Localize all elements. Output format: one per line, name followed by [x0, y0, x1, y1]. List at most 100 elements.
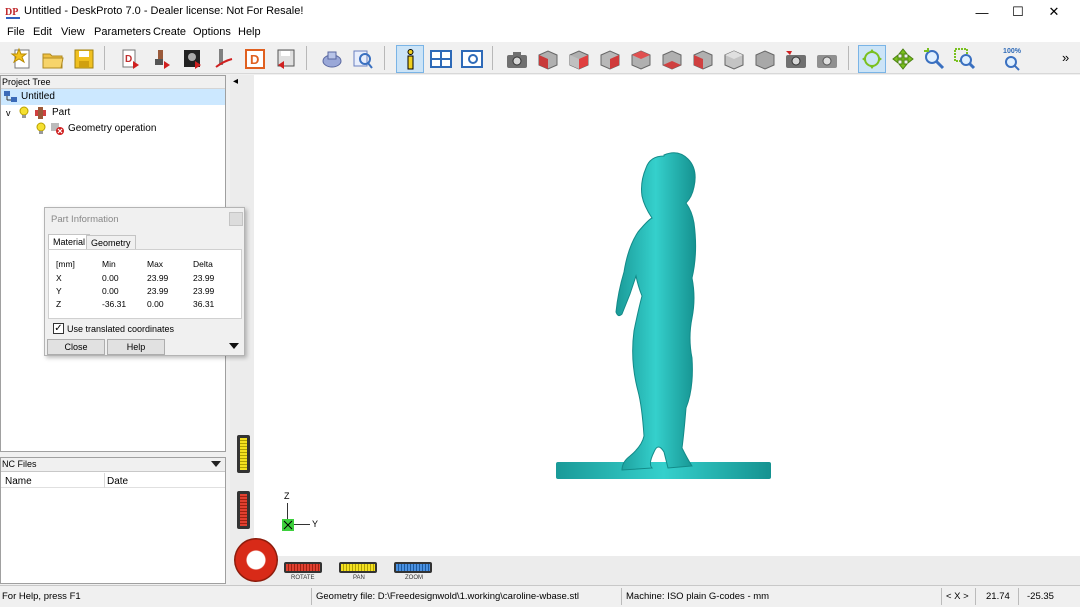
- tree-item-geometry-operation[interactable]: Geometry operation: [1, 121, 225, 137]
- dropdown-arrow-icon[interactable]: [211, 461, 221, 467]
- open-folder-icon[interactable]: [39, 45, 67, 73]
- view-cube-4-icon[interactable]: [627, 45, 655, 73]
- axis-x-icon: [282, 519, 294, 531]
- pan-label: PAN: [353, 575, 365, 581]
- expand-dialog-icon[interactable]: [229, 343, 239, 349]
- inspect-icon[interactable]: [349, 45, 377, 73]
- menu-parameters[interactable]: Parameters: [94, 26, 151, 38]
- menu-create[interactable]: Create: [153, 26, 186, 38]
- maximize-button[interactable]: ☐: [1000, 0, 1036, 24]
- header-min: Min: [102, 259, 116, 269]
- tree-item-untitled[interactable]: Untitled: [1, 89, 225, 105]
- rotate-label: ROTATE: [291, 575, 315, 581]
- axis-y-label: Y: [312, 519, 319, 529]
- view-reset-icon[interactable]: [751, 45, 779, 73]
- tab-material[interactable]: Material: [48, 234, 91, 250]
- header-unit: [mm]: [56, 259, 75, 269]
- preview-window-icon[interactable]: [458, 45, 486, 73]
- rotate-slider[interactable]: [284, 562, 322, 573]
- dimensions-table: [mm] Min Max Delta X 0.00 23.99 23.99 Y …: [48, 249, 242, 319]
- part-info-icon[interactable]: [396, 45, 424, 73]
- close-window-button[interactable]: ✕: [1036, 0, 1072, 24]
- status-geometry-file: Geometry file: D:\Freedesignwold\1.worki…: [316, 591, 579, 602]
- bitmap-import-icon[interactable]: [179, 45, 207, 73]
- view-cube-2-icon[interactable]: [565, 45, 593, 73]
- tree-item-label: Part: [52, 107, 71, 118]
- close-button[interactable]: Close: [47, 339, 105, 355]
- window-title: Untitled - DeskProto 7.0 - Dealer licens…: [24, 5, 304, 17]
- rotate-dial[interactable]: [234, 538, 278, 582]
- toolbar-overflow-button[interactable]: »: [1062, 50, 1069, 65]
- lightbulb-icon[interactable]: [19, 106, 29, 120]
- axis-z-line: [287, 503, 288, 519]
- row-x-delta: 23.99: [193, 273, 215, 283]
- new-project-icon[interactable]: [8, 45, 36, 73]
- import-geometry-icon[interactable]: D: [117, 45, 145, 73]
- part-parameters-icon[interactable]: [148, 45, 176, 73]
- toolbar: D D 100% »: [0, 42, 1080, 74]
- model-figure: [556, 152, 771, 479]
- row-z-label: Z: [56, 299, 62, 309]
- view-iso-icon[interactable]: [720, 45, 748, 73]
- camera-icon[interactable]: [503, 45, 531, 73]
- zoom-window-icon[interactable]: [951, 45, 979, 73]
- screenshot-icon[interactable]: [813, 45, 841, 73]
- menu-bar: File Edit View Parameters Create Options…: [0, 24, 1080, 42]
- rotate-view-icon[interactable]: [858, 45, 886, 73]
- status-axis-nav[interactable]: < X >: [946, 591, 969, 602]
- app-logo-icon: DP: [5, 4, 21, 20]
- menu-help[interactable]: Help: [238, 26, 261, 38]
- split-view-icon[interactable]: [427, 45, 455, 73]
- menu-view[interactable]: View: [61, 26, 85, 38]
- row-z-max: 0.00: [147, 299, 164, 309]
- zoom-slider[interactable]: [394, 562, 432, 573]
- zoom-in-icon[interactable]: [920, 45, 948, 73]
- header-delta: Delta: [193, 259, 213, 269]
- tree-item-part[interactable]: v Part: [1, 105, 225, 121]
- vector-import-icon[interactable]: [210, 45, 238, 73]
- view-cube-3-icon[interactable]: [596, 45, 624, 73]
- zoom-100-icon[interactable]: 100%: [998, 45, 1026, 73]
- lightbulb-icon[interactable]: [36, 122, 46, 136]
- svg-text:D: D: [250, 52, 259, 67]
- tab-geometry[interactable]: Geometry: [86, 235, 136, 250]
- dialog-close-box[interactable]: [229, 212, 243, 226]
- model-body: [615, 152, 697, 471]
- status-coordinate-1: 21.74: [986, 591, 1010, 602]
- collapse-arrow-icon[interactable]: ◂: [233, 76, 238, 87]
- status-bar: For Help, press F1 Geometry file: D:\Fre…: [0, 585, 1080, 607]
- nc-files-header[interactable]: NC Files: [1, 458, 225, 472]
- menu-edit[interactable]: Edit: [33, 26, 52, 38]
- pan-slider[interactable]: [339, 562, 377, 573]
- 3d-viewport[interactable]: Z Y: [254, 75, 1080, 556]
- row-y-delta: 23.99: [193, 286, 215, 296]
- translated-coordinates-checkbox[interactable]: ✓: [53, 323, 64, 334]
- view-cube-5-icon[interactable]: [658, 45, 686, 73]
- expand-chevron-icon[interactable]: v: [6, 105, 11, 121]
- svg-text:DP: DP: [5, 7, 18, 18]
- header-max: Max: [147, 259, 164, 269]
- part-information-dialog: Part Information Material Geometry [mm] …: [44, 207, 245, 356]
- save-icon[interactable]: [70, 45, 98, 73]
- save-nc-icon[interactable]: [272, 45, 300, 73]
- tree-item-label: Geometry operation: [68, 123, 157, 134]
- status-help: For Help, press F1: [2, 591, 81, 602]
- view-cube-6-icon[interactable]: [689, 45, 717, 73]
- tool-icon[interactable]: [318, 45, 346, 73]
- column-header-name[interactable]: Name: [5, 476, 32, 487]
- help-button[interactable]: Help: [107, 339, 165, 355]
- view-controls-strip: ROTATE PAN ZOOM: [230, 538, 1080, 585]
- menu-options[interactable]: Options: [193, 26, 231, 38]
- yellow-slider-control[interactable]: [237, 435, 250, 473]
- drawing-icon[interactable]: D: [241, 45, 269, 73]
- pan-view-icon[interactable]: [889, 45, 917, 73]
- red-slider-control[interactable]: [237, 491, 250, 529]
- column-header-date[interactable]: Date: [107, 476, 128, 487]
- svg-text:D: D: [125, 54, 132, 65]
- render-camera-icon[interactable]: [782, 45, 810, 73]
- model-base: [556, 462, 771, 479]
- zoom-label: ZOOM: [405, 575, 423, 581]
- menu-file[interactable]: File: [7, 26, 25, 38]
- minimize-button[interactable]: —: [964, 0, 1000, 24]
- view-cube-1-icon[interactable]: [534, 45, 562, 73]
